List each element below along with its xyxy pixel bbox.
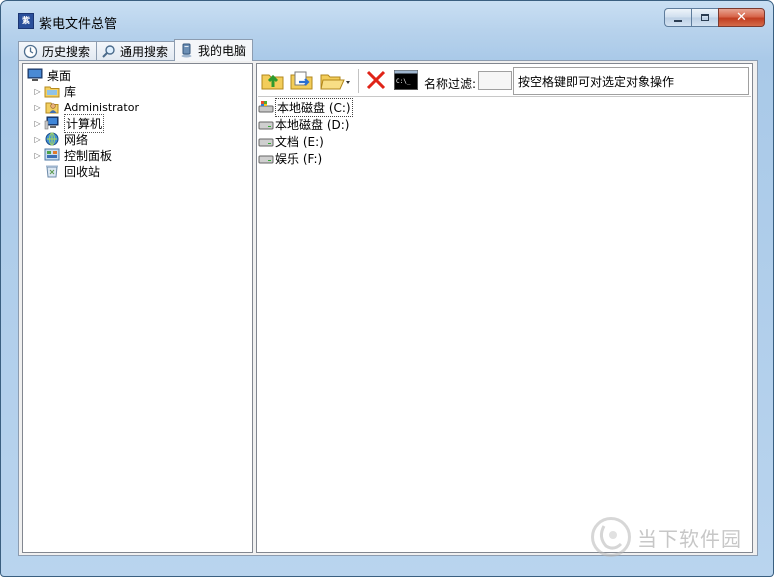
tree-label: 控制面板	[64, 148, 113, 163]
window-title: 紫电文件总管	[39, 17, 118, 32]
expand-arrow-icon[interactable]: ▷	[33, 103, 42, 112]
computer-icon	[44, 116, 60, 130]
minimize-icon	[674, 19, 682, 22]
expand-arrow-icon[interactable]: ▷	[33, 119, 42, 128]
tree-item-recycle-bin[interactable]: 回收站	[42, 163, 100, 179]
network-icon	[44, 132, 60, 146]
tree-label: 回收站	[64, 164, 101, 179]
console-icon: C:\_	[394, 69, 418, 94]
window-controls: ✕	[664, 8, 765, 27]
drive-icon	[258, 152, 274, 164]
tab-my-computer[interactable]: 我的电脑	[174, 39, 254, 61]
folder-arrow-icon	[290, 69, 314, 94]
system-drive-icon	[258, 101, 274, 113]
tree-label: 库	[64, 84, 77, 99]
history-icon	[23, 44, 38, 59]
tab-general-search[interactable]: 通用搜索	[96, 41, 176, 61]
tree-item-control-panel[interactable]: ▷ 控制面板	[33, 147, 112, 163]
toolbar-separator	[358, 69, 359, 93]
tab-bar: 历史搜索 通用搜索 我的电脑	[18, 39, 254, 61]
toolbar: C:\_ 名称过滤: 按空格键即可对选定对象操作	[258, 65, 751, 97]
desktop-icon	[27, 68, 43, 82]
recycle-bin-icon	[44, 164, 60, 178]
tree-label: 网络	[64, 132, 89, 147]
maximize-button[interactable]	[691, 8, 718, 27]
name-filter-label: 名称过滤:	[424, 77, 477, 91]
control-panel-icon	[44, 148, 60, 162]
drive-label: 本地磁盘 (C:)	[275, 97, 353, 117]
library-icon	[44, 84, 60, 98]
tab-label: 通用搜索	[120, 45, 169, 59]
tree-item-network[interactable]: ▷ 网络	[33, 131, 88, 147]
tab-label: 历史搜索	[42, 45, 91, 59]
drive-label: 娱乐 (F:)	[275, 151, 323, 166]
folder-tree-pane[interactable]: 桌面 ▷ 库 ▷ Administrator ▷ 计算机 ▷ 网络 ▷ 控制面板…	[22, 63, 253, 553]
watermark: 当下软件园	[591, 517, 742, 557]
minimize-button[interactable]	[664, 8, 691, 27]
drive-icon	[258, 135, 274, 147]
expand-arrow-icon[interactable]: ▷	[33, 151, 42, 160]
delete-button[interactable]	[364, 69, 388, 93]
delete-x-icon	[365, 69, 387, 94]
title-bar[interactable]: 紫 紫电文件总管 ✕	[1, 1, 773, 33]
expand-arrow-icon[interactable]: ▷	[33, 87, 42, 96]
list-item-drive-d[interactable]: 本地磁盘 (D:)	[258, 116, 349, 132]
name-filter-input[interactable]	[478, 71, 512, 90]
file-list-pane[interactable]	[256, 63, 753, 553]
user-folder-icon	[44, 100, 60, 114]
expand-arrow-icon[interactable]: ▷	[33, 135, 42, 144]
tree-item-desktop[interactable]: 桌面	[27, 67, 71, 83]
drive-label: 本地磁盘 (D:)	[275, 117, 350, 132]
tree-item-library[interactable]: ▷ 库	[33, 83, 76, 99]
operation-hint: 按空格键即可对选定对象操作	[513, 67, 749, 95]
list-item-drive-f[interactable]: 娱乐 (F:)	[258, 150, 322, 166]
tab-label: 我的电脑	[198, 44, 247, 58]
tree-label: Administrator	[64, 100, 139, 114]
list-item-drive-e[interactable]: 文档 (E:)	[258, 133, 324, 149]
maximize-icon	[701, 14, 709, 21]
drive-label: 文档 (E:)	[275, 134, 324, 149]
close-icon: ✕	[736, 10, 747, 25]
app-icon: 紫	[18, 13, 34, 29]
up-folder-button[interactable]	[261, 69, 285, 93]
folder-menu-button[interactable]	[320, 69, 354, 93]
computer-icon	[179, 43, 194, 58]
close-button[interactable]: ✕	[718, 8, 765, 27]
svg-text:C:\_: C:\_	[396, 78, 411, 85]
watermark-logo-icon	[591, 517, 631, 557]
main-window: 紫 紫电文件总管 ✕ 历史搜索 通用搜索 我的电脑 桌面 ▷ 库 ▷ Admin…	[0, 0, 774, 577]
tab-history-search[interactable]: 历史搜索	[18, 41, 98, 61]
list-item-drive-c[interactable]: 本地磁盘 (C:)	[258, 97, 353, 117]
drive-icon	[258, 118, 274, 130]
tree-label: 桌面	[47, 68, 72, 83]
search-icon	[101, 44, 116, 59]
watermark-text: 当下软件园	[637, 526, 742, 551]
folder-open-icon	[320, 69, 354, 94]
tree-item-computer[interactable]: ▷ 计算机	[33, 113, 105, 133]
open-folder-button[interactable]	[290, 69, 314, 93]
command-prompt-button[interactable]: C:\_	[394, 69, 418, 93]
folder-up-icon	[261, 69, 285, 94]
